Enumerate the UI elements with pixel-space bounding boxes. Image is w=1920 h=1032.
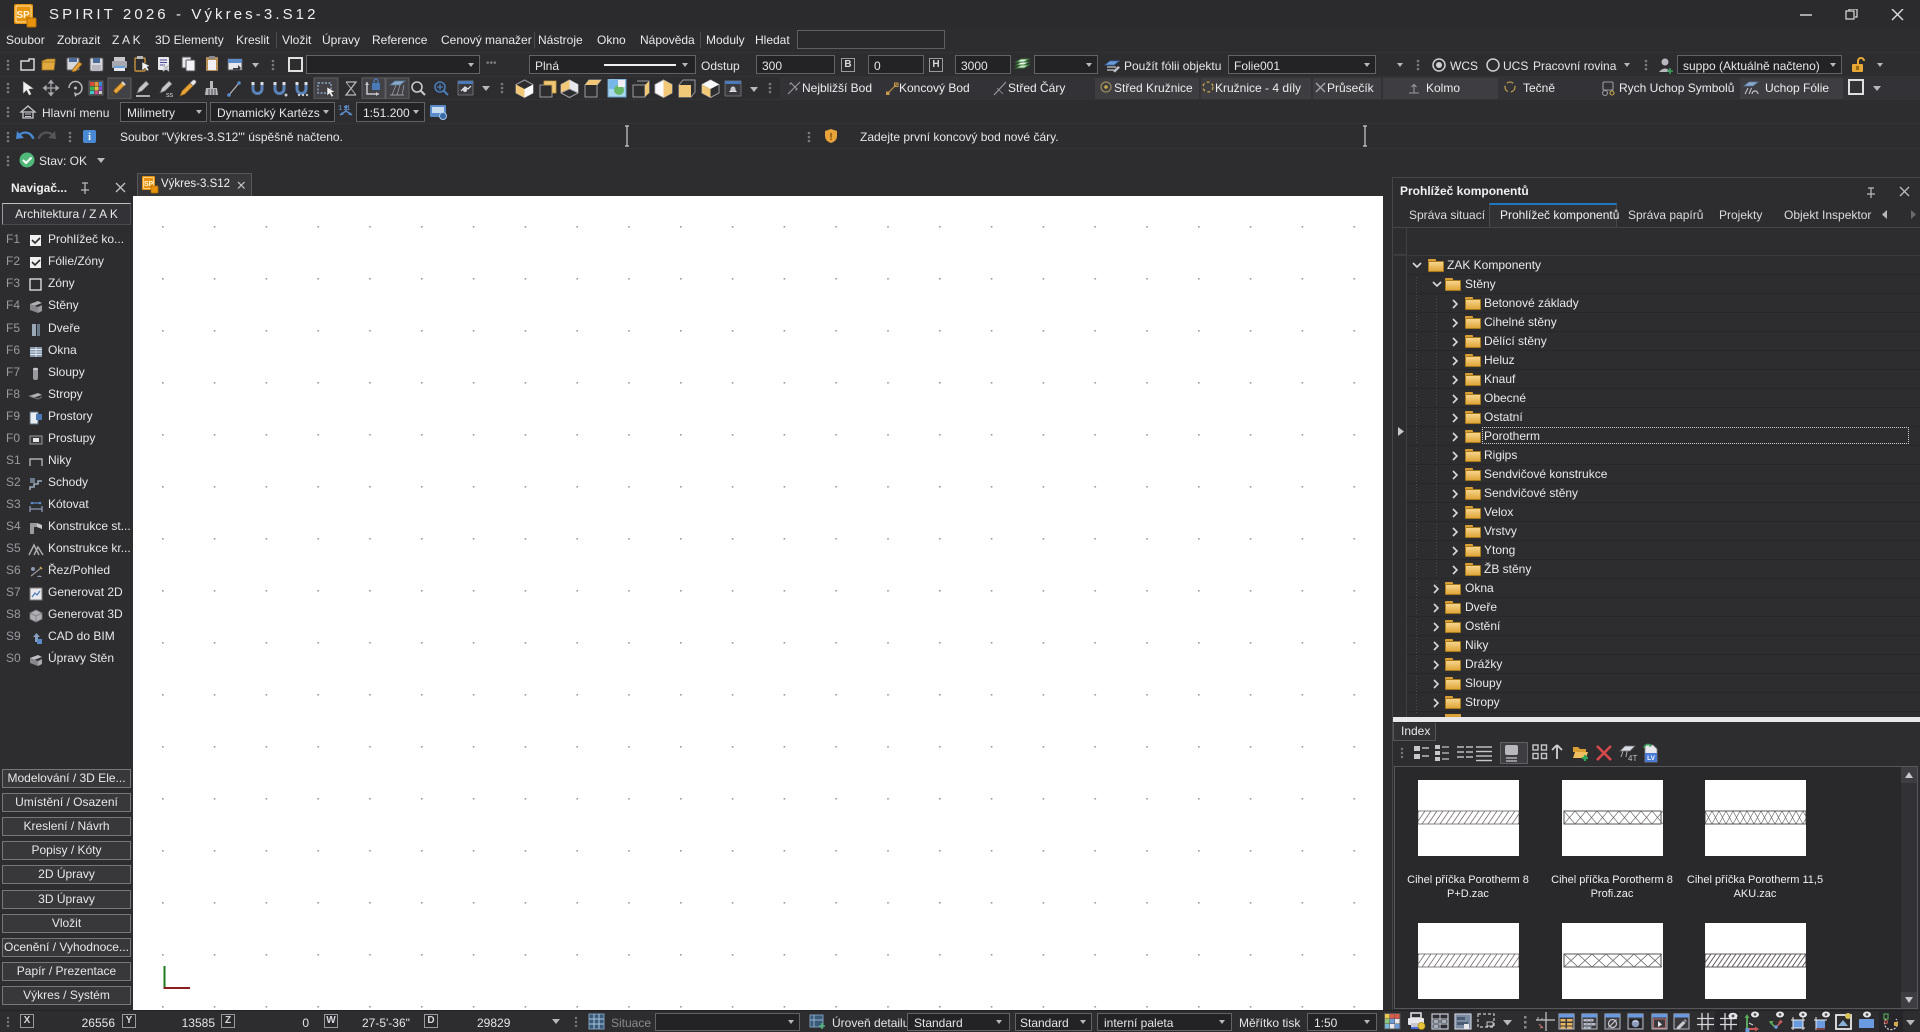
svg-text:i: i [88,132,91,143]
svg-text:LV: LV [1647,755,1655,762]
svg-text:ss: ss [166,92,174,99]
svg-text:4T: 4T [1628,754,1637,763]
svg-text:!: ! [829,132,832,143]
